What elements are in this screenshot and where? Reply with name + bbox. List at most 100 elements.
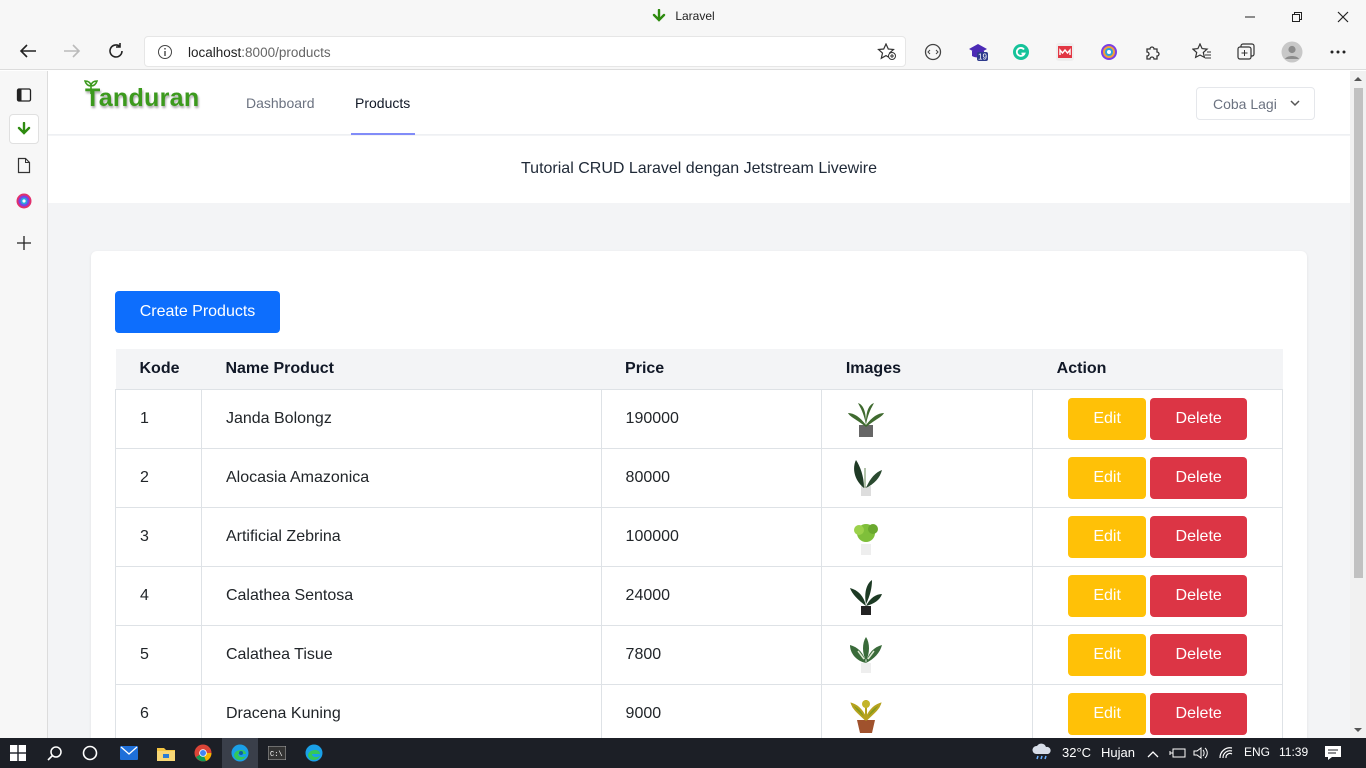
edit-button[interactable]: Edit — [1068, 515, 1147, 558]
extension-colorful-icon[interactable] — [1098, 41, 1120, 63]
edge-taskbar-icon-active[interactable] — [222, 738, 258, 768]
cell-actions: Edit Delete — [1032, 447, 1283, 508]
terminal-icon[interactable]: C:\ — [259, 738, 295, 768]
battery-plug-icon[interactable] — [1169, 746, 1187, 763]
laravel-tab-icon[interactable] — [9, 114, 39, 144]
page-title: Tutorial CRUD Laravel dengan Jetstream L… — [521, 160, 877, 177]
col-name: Name Product — [225, 359, 334, 377]
cell-image — [821, 565, 1034, 626]
favorites-icon[interactable] — [1191, 41, 1213, 63]
volume-icon[interactable] — [1193, 746, 1209, 763]
cell-price: 9000 — [600, 683, 823, 738]
edit-button[interactable]: Edit — [1068, 456, 1147, 499]
plant-image — [850, 636, 883, 673]
chevron-down-icon — [1290, 100, 1300, 107]
file-explorer-icon[interactable] — [148, 738, 184, 768]
active-nav-indicator — [351, 133, 415, 135]
extension-badge: 19 — [978, 53, 987, 62]
cell-name: Artificial Zebrina — [200, 506, 602, 567]
forward-button[interactable] — [57, 37, 87, 65]
url-text[interactable]: localhost:8000/products — [188, 45, 331, 60]
edit-button[interactable]: Edit — [1068, 692, 1147, 735]
chrome-icon[interactable] — [185, 738, 221, 768]
start-windows-icon[interactable] — [0, 738, 36, 768]
edit-button[interactable]: Edit — [1068, 633, 1147, 676]
cell-kode: 2 — [115, 447, 202, 508]
colorful-tab-icon[interactable] — [9, 186, 39, 216]
new-tab-plus-icon[interactable] — [9, 228, 39, 258]
collections-icon[interactable] — [1235, 41, 1257, 63]
delete-button[interactable]: Delete — [1150, 633, 1248, 676]
reader-icon[interactable] — [922, 41, 944, 63]
table-row: 6 Dracena Kuning 9000 Edit Delete — [115, 683, 1283, 738]
more-menu-icon[interactable] — [1327, 41, 1349, 63]
close-window-button[interactable] — [1320, 0, 1366, 33]
refresh-button[interactable] — [101, 37, 131, 65]
weather-temperature[interactable]: 32°C — [1062, 745, 1091, 760]
delete-button[interactable]: Delete — [1150, 397, 1248, 440]
profile-avatar-icon[interactable] — [1281, 41, 1303, 63]
address-bar[interactable]: localhost:8000/products — [144, 36, 906, 67]
edit-button[interactable]: Edit — [1068, 397, 1147, 440]
delete-button[interactable]: Delete — [1150, 515, 1248, 558]
cell-image — [821, 388, 1034, 449]
edit-button[interactable]: Edit — [1068, 574, 1147, 617]
extension-red-icon[interactable] — [1054, 41, 1076, 63]
create-products-button[interactable]: Create Products — [115, 291, 280, 333]
cell-name: Alocasia Amazonica — [200, 447, 602, 508]
restore-button[interactable] — [1274, 0, 1320, 33]
delete-button[interactable]: Delete — [1150, 456, 1248, 499]
tab-actions-icon[interactable] — [9, 80, 39, 110]
url-host: localhost — [188, 45, 242, 60]
brand-logo[interactable]: Tanduran — [84, 80, 199, 113]
cell-actions: Edit Delete — [1032, 683, 1283, 738]
edge-taskbar-icon[interactable] — [296, 738, 332, 768]
col-action: Action — [1056, 359, 1107, 377]
url-path: :8000/products — [241, 45, 331, 60]
task-view-icon[interactable] — [72, 738, 108, 768]
minimize-button[interactable] — [1228, 0, 1274, 33]
nav-products[interactable]: Products — [355, 95, 410, 111]
extensions-puzzle-icon[interactable] — [1142, 41, 1164, 63]
back-button[interactable] — [13, 37, 43, 65]
window-titlebar: Laravel — [0, 0, 1366, 33]
cell-kode: 6 — [115, 683, 202, 738]
scrollbar-thumb[interactable] — [1354, 88, 1363, 578]
page-scrollbar[interactable] — [1350, 71, 1366, 738]
products-table: Kode Name Product Price Images Action 1 … — [115, 349, 1283, 738]
table-row: 3 Artificial Zebrina 100000 Edit Delete — [115, 506, 1283, 567]
notifications-icon[interactable] — [1324, 745, 1342, 764]
mail-app-icon[interactable] — [111, 738, 147, 768]
table-header-row: Kode Name Product Price Images Action — [115, 349, 1283, 389]
nav-dashboard[interactable]: Dashboard — [246, 95, 315, 111]
table-row: 5 Calathea Tisue 7800 Edit Delete — [115, 624, 1283, 685]
browser-toolbar: localhost:8000/products 19 — [0, 33, 1366, 70]
refresh-icon — [109, 43, 123, 58]
scroll-down-icon — [1354, 728, 1362, 732]
weather-text[interactable]: Hujan — [1101, 745, 1135, 760]
tray-chevron-up-icon[interactable] — [1147, 747, 1159, 761]
plant-image — [854, 523, 879, 555]
grammarly-icon[interactable] — [1010, 41, 1032, 63]
cell-actions: Edit Delete — [1032, 565, 1283, 626]
extension-graduation-icon[interactable]: 19 — [967, 41, 989, 63]
user-menu-dropdown[interactable]: Coba Lagi — [1196, 87, 1315, 120]
cell-actions: Edit Delete — [1032, 506, 1283, 567]
delete-button[interactable]: Delete — [1150, 574, 1248, 617]
weather-rain-icon[interactable] — [1030, 742, 1054, 765]
search-icon[interactable] — [37, 738, 73, 768]
language-indicator[interactable]: ENG — [1244, 745, 1270, 759]
cell-actions: Edit Delete — [1032, 388, 1283, 449]
table-row: 1 Janda Bolongz 190000 Edit Delete — [115, 388, 1283, 449]
page-viewport: Tanduran Dashboard Products Coba Lagi Tu… — [48, 71, 1350, 738]
cell-price: 7800 — [600, 624, 823, 685]
clock[interactable]: 11:39 — [1279, 745, 1308, 759]
wifi-icon[interactable] — [1218, 746, 1234, 763]
cell-actions: Edit Delete — [1032, 624, 1283, 685]
cell-image — [821, 447, 1034, 508]
page-tab-icon[interactable] — [9, 150, 39, 180]
plant-image — [848, 402, 885, 437]
delete-button[interactable]: Delete — [1150, 692, 1248, 735]
scroll-up-icon — [1354, 77, 1362, 81]
site-info-icon — [158, 45, 172, 59]
